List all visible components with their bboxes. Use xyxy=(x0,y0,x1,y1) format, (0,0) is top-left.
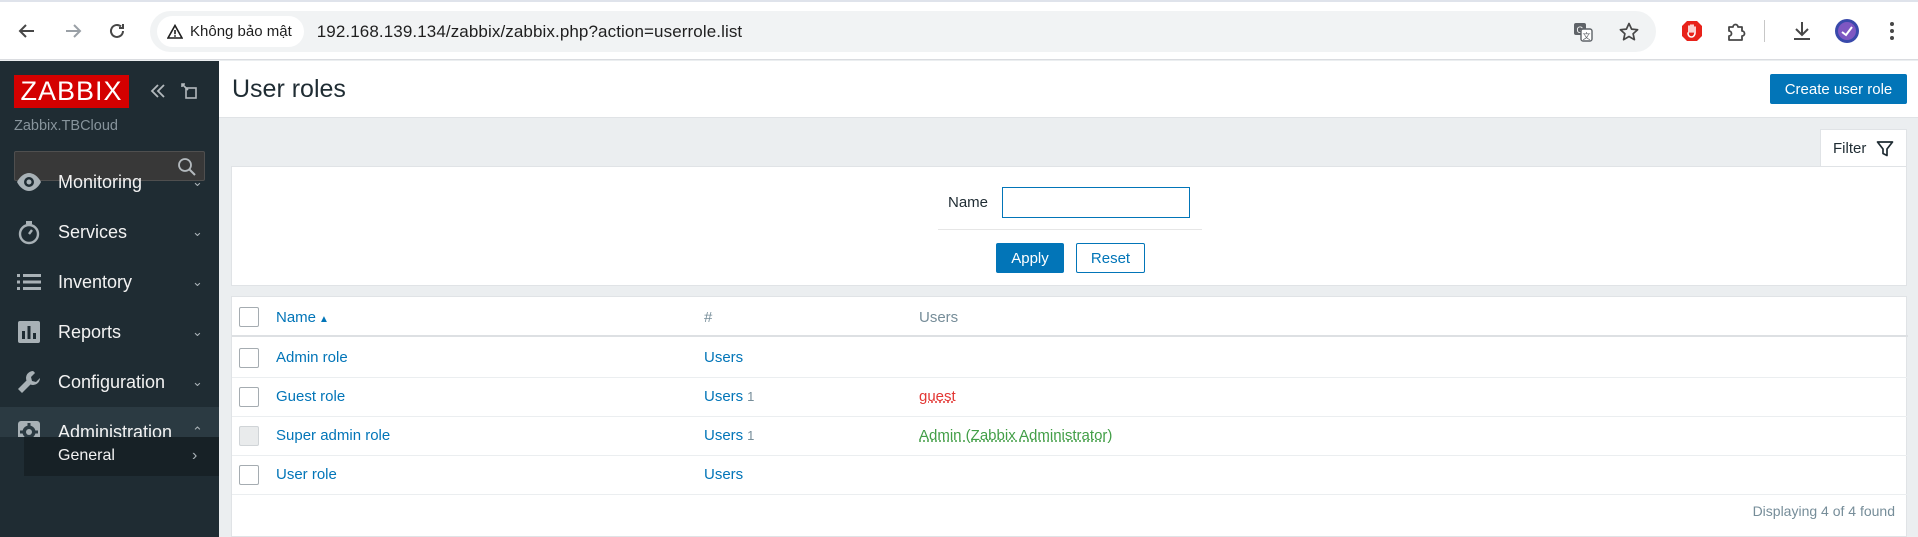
filter-tab-label: Filter xyxy=(1833,140,1867,157)
submenu-indent xyxy=(0,437,24,476)
filter-panel: Name Apply Reset xyxy=(231,166,1907,286)
url-text[interactable]: 192.168.139.134/zabbix/zabbix.php?action… xyxy=(317,22,743,42)
users-link[interactable]: Users xyxy=(704,349,743,366)
role-name-link[interactable]: User role xyxy=(276,466,337,483)
menu-label: Reports xyxy=(58,321,122,342)
table-row: User role Users xyxy=(232,456,1908,495)
user-roles-table: Name ▲ # Users Admin role Users Guest rol… xyxy=(231,296,1908,537)
users-count: 1 xyxy=(747,389,755,404)
site-security-chip[interactable]: Không bảo mật xyxy=(157,16,304,47)
users-count-cell: Users xyxy=(704,466,747,483)
menu-configuration[interactable]: Configuration ⌄ xyxy=(0,357,219,407)
user-link[interactable]: Admin (Zabbix Administrator) xyxy=(919,427,1112,444)
user-link[interactable]: guest xyxy=(919,388,956,405)
translate-icon[interactable]: G文 xyxy=(1570,19,1596,45)
filter-tab[interactable]: Filter xyxy=(1820,129,1907,167)
users-link[interactable]: Users xyxy=(704,388,743,405)
reload-button[interactable] xyxy=(100,14,134,48)
select-all-checkbox[interactable] xyxy=(239,307,259,327)
back-arrow-icon xyxy=(18,24,34,38)
chevron-down-icon: ⌄ xyxy=(192,324,203,339)
bar-chart-icon xyxy=(16,319,42,345)
toolbar-separator xyxy=(1764,20,1765,42)
menu-reports[interactable]: Reports ⌄ xyxy=(0,307,219,357)
users-count-cell: Users 1 xyxy=(704,427,754,444)
table-row: Admin role Users xyxy=(232,339,1908,378)
collapse-sidebar-icon[interactable] xyxy=(146,79,170,103)
row-checkbox[interactable] xyxy=(239,465,259,485)
apply-button[interactable]: Apply xyxy=(996,243,1064,273)
sort-asc-icon: ▲ xyxy=(319,314,329,325)
menu-monitoring[interactable]: Monitoring ⌄ xyxy=(0,157,219,207)
download-icon[interactable] xyxy=(1787,16,1817,46)
column-header-count: # xyxy=(704,309,713,326)
menu-label: Services xyxy=(58,221,128,242)
profile-avatar-icon[interactable] xyxy=(1832,16,1862,46)
chevron-down-icon: ⌄ xyxy=(192,174,203,189)
row-checkbox[interactable] xyxy=(239,387,259,407)
filter-divider xyxy=(938,229,1202,230)
warning-icon xyxy=(167,23,183,39)
column-name-label: Name xyxy=(276,309,317,326)
row-checkbox-disabled xyxy=(239,426,259,446)
sidebar: ZABBIX Zabbix.TBCloud Monitoring ⌄ Servi… xyxy=(0,61,219,537)
users-link[interactable]: Users xyxy=(704,427,743,444)
chevron-down-icon: ⌄ xyxy=(192,374,203,389)
eye-icon xyxy=(16,169,42,195)
bookmark-star-icon[interactable] xyxy=(1616,19,1642,45)
extensions-puzzle-icon[interactable] xyxy=(1722,16,1752,46)
kiosk-mode-icon[interactable] xyxy=(177,79,201,103)
row-checkbox[interactable] xyxy=(239,348,259,368)
forward-button[interactable] xyxy=(56,14,90,48)
chevron-right-icon: › xyxy=(192,447,198,464)
table-row: Guest role Users 1 guest xyxy=(232,378,1908,417)
submenu-label: General xyxy=(58,447,115,464)
page-header: User roles Create user role xyxy=(219,61,1918,118)
filter-name-label: Name xyxy=(948,194,989,211)
role-name-link[interactable]: Admin role xyxy=(276,349,348,366)
table-header-row: Name ▲ # Users xyxy=(232,297,1908,337)
reset-button[interactable]: Reset xyxy=(1076,243,1145,273)
filter-name-input[interactable] xyxy=(1002,187,1190,218)
users-count: 1 xyxy=(747,428,755,443)
browser-toolbar: Không bảo mật 192.168.139.134/zabbix/zab… xyxy=(0,0,1918,60)
filter-funnel-icon xyxy=(1876,140,1894,156)
menu-services[interactable]: Services ⌄ xyxy=(0,207,219,257)
table-footer-count: Displaying 4 of 4 found xyxy=(1752,503,1895,519)
menu-label: Configuration xyxy=(58,371,166,392)
column-header-name[interactable]: Name ▲ xyxy=(276,309,329,326)
column-header-users: Users xyxy=(919,309,959,326)
chevron-down-icon: ⌄ xyxy=(192,224,203,239)
users-count-cell: Users 1 xyxy=(704,388,754,405)
users-link[interactable]: Users xyxy=(704,466,743,483)
adblock-extension-icon[interactable] xyxy=(1677,16,1707,46)
chevron-down-icon: ⌄ xyxy=(192,274,203,289)
browser-menu-icon[interactable] xyxy=(1877,16,1907,46)
security-label: Không bảo mật xyxy=(190,23,292,40)
menu-label: Inventory xyxy=(58,271,133,292)
reload-icon xyxy=(110,23,124,38)
page-title: User roles xyxy=(232,75,346,103)
svg-text:文: 文 xyxy=(1583,31,1591,41)
server-name: Zabbix.TBCloud xyxy=(14,118,118,134)
role-name-link[interactable]: Super admin role xyxy=(276,427,390,444)
create-user-role-button[interactable]: Create user role xyxy=(1770,74,1907,104)
address-bar[interactable]: Không bảo mật 192.168.139.134/zabbix/zab… xyxy=(150,11,1656,52)
forward-arrow-icon xyxy=(66,24,82,38)
list-icon xyxy=(16,269,42,295)
wrench-icon xyxy=(16,369,42,395)
role-name-link[interactable]: Guest role xyxy=(276,388,345,405)
users-count-cell: Users xyxy=(704,349,747,366)
zabbix-logo[interactable]: ZABBIX xyxy=(14,75,129,108)
menu-inventory[interactable]: Inventory ⌄ xyxy=(0,257,219,307)
back-button[interactable] xyxy=(10,14,44,48)
stopwatch-icon xyxy=(16,219,42,245)
menu-label: Monitoring xyxy=(58,171,143,192)
submenu-general[interactable]: General › xyxy=(0,437,219,476)
tab-strip xyxy=(0,0,1918,2)
table-row: Super admin role Users 1 Admin (Zabbix Ad… xyxy=(232,417,1908,456)
